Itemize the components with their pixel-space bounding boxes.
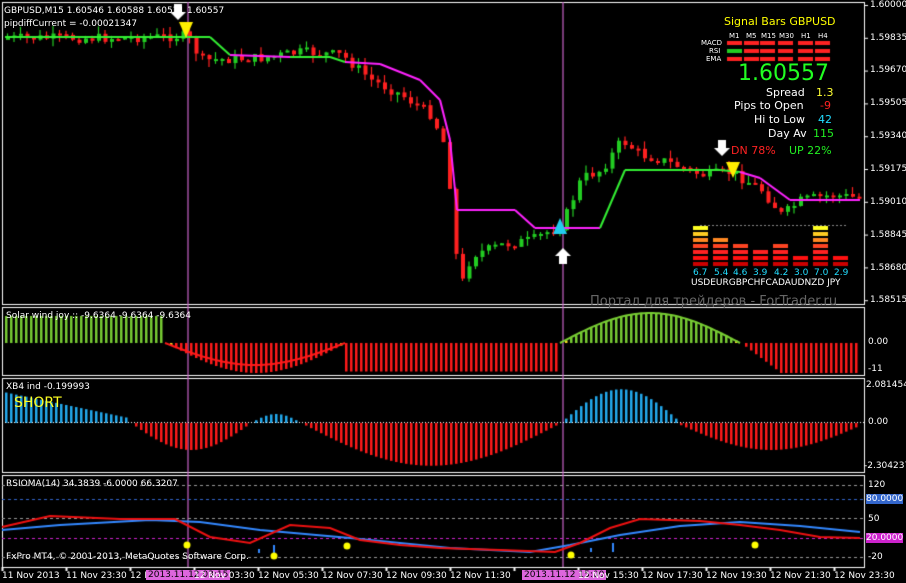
current-price: 1.60557	[738, 61, 829, 86]
price-tick: 1.60000	[870, 0, 906, 10]
time-tick: 12 Nov 23:30	[834, 571, 895, 581]
solar-axis-tick: 0.00	[868, 337, 889, 347]
rsioma-label: RSIOMA(14) 34.3839 -6.0000 66.3207	[6, 479, 178, 489]
currency-strength-value: 7.0	[814, 268, 829, 278]
price-tick: 1.59010	[870, 197, 906, 207]
time-tick: 12 Nov 03:30	[194, 571, 255, 581]
xb4-axis-tick: -2.304237	[864, 461, 906, 471]
spread-label: Spread	[766, 86, 805, 99]
currency-strength-value: 3.9	[753, 268, 768, 278]
xb4-label: XB4 ind -0.199993	[6, 382, 90, 392]
copyright: FxPro MT4, © 2001-2013, MetaQuotes Softw…	[6, 552, 249, 562]
price-tick: 1.59835	[870, 33, 906, 43]
rsioma-axis-tick: 50	[868, 514, 880, 524]
signal-panel-title: Signal Bars GBPUSD	[724, 15, 836, 28]
chart-header: GBPUSD,M15 1.60546 1.60588 1.60531 1.605…	[4, 6, 225, 16]
price-tick: 1.58680	[870, 263, 906, 273]
timeframe-label: M1	[729, 32, 740, 40]
price-tick: 1.58845	[870, 230, 906, 240]
price-tick: 1.58515	[870, 295, 906, 305]
timeframe-label: M5	[746, 32, 757, 40]
time-tick: 11 Nov 2013	[2, 571, 60, 581]
spread-value: 1.3	[816, 86, 834, 99]
price-tick: 1.59175	[870, 164, 906, 174]
day-average-label: Day Av	[768, 127, 807, 140]
price-tick: 1.59505	[870, 98, 906, 108]
time-tick: 12 Nov 09:30	[386, 571, 447, 581]
currency-strength-value: 3.0	[794, 268, 809, 278]
time-tick: 12 Nov 05:30	[258, 571, 319, 581]
currency-strength-value: 2.9	[834, 268, 849, 278]
watermark: Портал для трейдеров - ForTrader.ru	[590, 294, 838, 309]
currency-strength-value: 4.2	[774, 268, 789, 278]
price-tick: 1.59340	[870, 131, 906, 141]
xb4-axis-tick: 0.00	[868, 417, 889, 427]
price-tick: 1.59670	[870, 65, 906, 75]
day-average-value: 115	[813, 127, 834, 140]
rsioma-axis-tick: 80.0000	[866, 494, 904, 504]
down-percent: DN 78%	[731, 144, 776, 157]
indicator-row-label: EMA	[706, 55, 722, 63]
pipdiff-label: pipdiffCurrent = -0.00021347	[4, 19, 138, 29]
currency-strength-value: 6.7	[693, 268, 708, 278]
xb4-axis-tick: 2.081454	[866, 380, 906, 390]
timeframe-label: H1	[801, 32, 811, 40]
hi-to-low-value: 42	[818, 113, 832, 126]
pips-to-open-value: -9	[820, 99, 831, 112]
time-tick: 12 Nov 17:30	[642, 571, 703, 581]
indicator-row-label: RSI	[709, 47, 721, 55]
hi-to-low-label: Hi to Low	[754, 113, 806, 126]
up-percent: UP 22%	[789, 144, 832, 157]
time-tick: 12 Nov 11:30	[450, 571, 511, 581]
time-tick: 12 Nov 19:30	[706, 571, 767, 581]
timeframe-label: M30	[779, 32, 794, 40]
rsioma-axis-tick: 120	[868, 480, 886, 490]
time-tick: 12 Nov 21:30	[770, 571, 831, 581]
time-tick: 11 Nov 23:30	[66, 571, 127, 581]
time-tick: 12 Nov 15:30	[578, 571, 639, 581]
indicator-row-label: MACD	[701, 39, 722, 47]
currency-names: USDEURGBPCHFCADAUDNZD JPY	[691, 278, 841, 288]
solar-axis-tick: -11	[868, 364, 883, 374]
rsioma-axis-tick: -20	[868, 552, 883, 562]
solar-wind-label: Solar wind joy :: -9.6364 -9.6364 -9.636…	[6, 311, 191, 321]
pips-to-open-label: Pips to Open	[734, 99, 804, 112]
currency-strength-value: 5.4	[714, 268, 729, 278]
rsioma-axis-tick: 20.0000	[866, 533, 904, 543]
timeframe-label: H4	[818, 32, 828, 40]
timeframe-label: M15	[761, 32, 776, 40]
time-tick: 12 Nov 07:30	[322, 571, 383, 581]
currency-strength-value: 4.6	[733, 268, 748, 278]
xb4-signal: SHORT	[14, 395, 62, 411]
